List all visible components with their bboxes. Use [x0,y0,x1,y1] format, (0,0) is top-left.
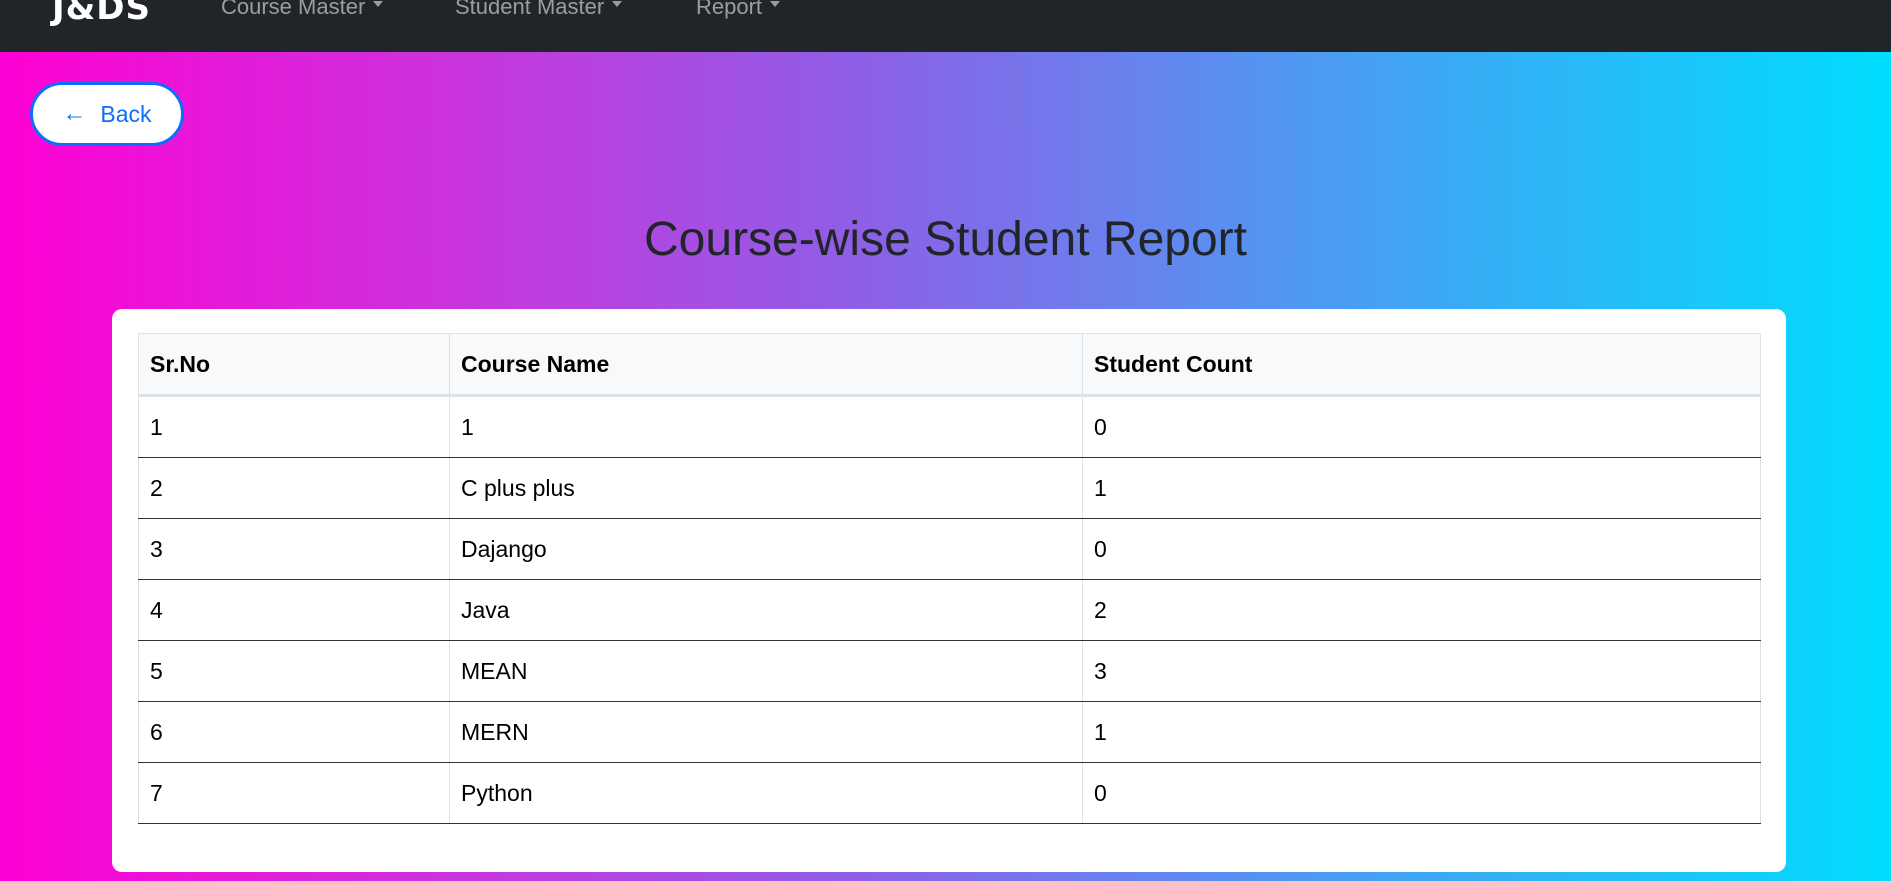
cell-student-count: 0 [1082,395,1761,458]
cell-student-count: 1 [1082,701,1761,763]
report-table: Sr.No Course Name Student Count 1 1 0 2 … [138,333,1761,824]
cell-course-name: Dajango [449,518,1083,580]
cell-student-count: 3 [1082,640,1761,702]
cell-student-count: 0 [1082,762,1761,824]
chevron-down-icon [770,1,781,8]
brand-logo[interactable]: J&DS [52,0,151,28]
cell-sr-no: 7 [138,762,450,824]
page-title: Course-wise Student Report [644,213,1247,266]
cell-course-name: Java [449,579,1083,641]
report-card: Sr.No Course Name Student Count 1 1 0 2 … [112,309,1786,872]
top-navbar: J&DS Course Master Student Master Report [0,0,1891,52]
left-arrow-icon: ← [62,100,87,127]
cell-sr-no: 5 [138,640,450,702]
chevron-down-icon [612,1,623,8]
back-button[interactable]: ← Back [30,82,184,146]
chevron-down-icon [373,1,384,8]
table-row: 6 MERN 1 [138,701,1761,763]
cell-student-count: 1 [1082,457,1761,519]
nav-report-label: Report [696,0,763,19]
cell-sr-no: 6 [138,701,450,763]
cell-course-name: 1 [449,395,1083,458]
table-row: 3 Dajango 0 [138,518,1761,580]
nav-report[interactable]: Report [696,0,781,20]
header-course-name: Course Name [449,333,1083,397]
cell-course-name: C plus plus [449,457,1083,519]
cell-sr-no: 3 [138,518,450,580]
table-row: 1 1 0 [138,395,1761,458]
table-row: 2 C plus plus 1 [138,457,1761,519]
table-row: 7 Python 0 [138,762,1761,824]
header-student-count: Student Count [1082,333,1761,397]
back-button-label: Back [100,100,152,127]
nav-student-master-label: Student Master [455,0,605,19]
cell-sr-no: 1 [138,395,450,458]
cell-sr-no: 4 [138,579,450,641]
cell-student-count: 2 [1082,579,1761,641]
cell-course-name: MERN [449,701,1083,763]
table-header-row: Sr.No Course Name Student Count [138,333,1761,397]
cell-course-name: MEAN [449,640,1083,702]
header-sr-no: Sr.No [138,333,450,397]
cell-student-count: 0 [1082,518,1761,580]
cell-sr-no: 2 [138,457,450,519]
table-row: 4 Java 2 [138,579,1761,641]
nav-course-master[interactable]: Course Master [221,0,384,20]
nav-student-master[interactable]: Student Master [455,0,623,20]
table-row: 5 MEAN 3 [138,640,1761,702]
cell-course-name: Python [449,762,1083,824]
nav-course-master-label: Course Master [221,0,366,19]
